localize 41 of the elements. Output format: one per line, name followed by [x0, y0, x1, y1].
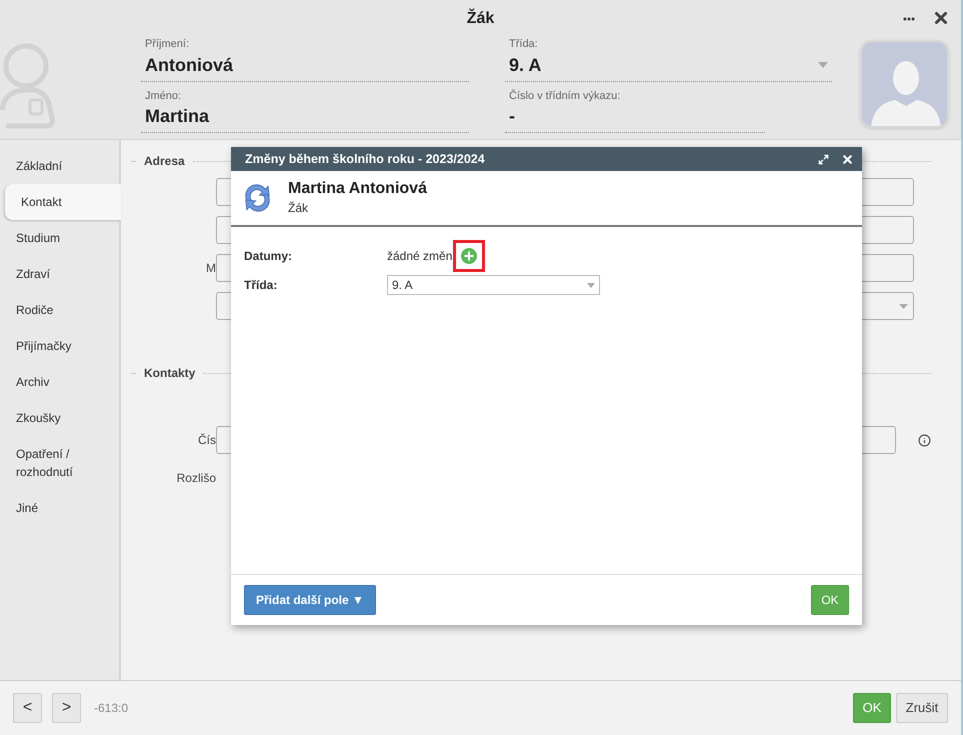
field-value: žádné změn [387, 248, 452, 265]
sidebar-item[interactable]: Zkoušky [0, 400, 119, 436]
sidebar-item[interactable]: Základní [0, 148, 119, 184]
sidebar-item[interactable]: Opatření / rozhodnutí [0, 436, 119, 490]
sidebar-item[interactable]: Rodiče [0, 292, 119, 328]
select-field[interactable]: 9. A [387, 275, 600, 295]
info-icon[interactable] [918, 434, 931, 446]
field-label: Rozlišo [176, 470, 216, 487]
sidebar-item[interactable]: Studium [0, 220, 119, 256]
field-value: - [509, 105, 515, 128]
person-name: Martina Antoniová [288, 179, 427, 199]
position-text: -613:0 [94, 700, 128, 717]
sidebar-item[interactable]: Zdraví [0, 256, 119, 292]
add-field-button[interactable]: Přidat další pole ▼ [244, 585, 376, 615]
close-icon[interactable] [841, 152, 854, 166]
sidebar-item[interactable]: Jiné [0, 490, 119, 526]
field-value: Martina [145, 105, 210, 128]
sidebar-item[interactable]: Archiv [0, 364, 119, 400]
person-role: Žák [288, 200, 310, 217]
field-label: Číslo v třídním výkazu: [509, 88, 622, 104]
field-value: Antoniová [145, 54, 233, 76]
field-value: 9. A [509, 54, 542, 76]
sidebar-item[interactable]: Přijímačky [0, 328, 119, 364]
field-label: Čís [198, 432, 216, 449]
previous-button[interactable]: < [13, 693, 42, 723]
close-icon[interactable] [932, 9, 950, 27]
cancel-button[interactable]: Zrušit [896, 693, 948, 723]
field-label: Třída: [244, 277, 278, 294]
window-title: Žák [466, 8, 494, 29]
field-label: M [206, 260, 216, 277]
expand-icon[interactable] [818, 154, 829, 164]
field-label: Datumy: [244, 248, 294, 265]
section-legend: Adresa [144, 152, 185, 170]
section-legend: Kontakty [144, 364, 196, 382]
field-label: Příjmení: [145, 37, 190, 52]
field-label: Jméno: [145, 88, 182, 104]
sidebar-item[interactable]: Kontakt [5, 184, 121, 220]
next-button[interactable]: > [52, 693, 81, 723]
field-label: Třída: [509, 37, 539, 52]
caret-icon [899, 304, 908, 308]
dialog-title: Změny během školního roku - 2023/2024 [245, 150, 486, 168]
